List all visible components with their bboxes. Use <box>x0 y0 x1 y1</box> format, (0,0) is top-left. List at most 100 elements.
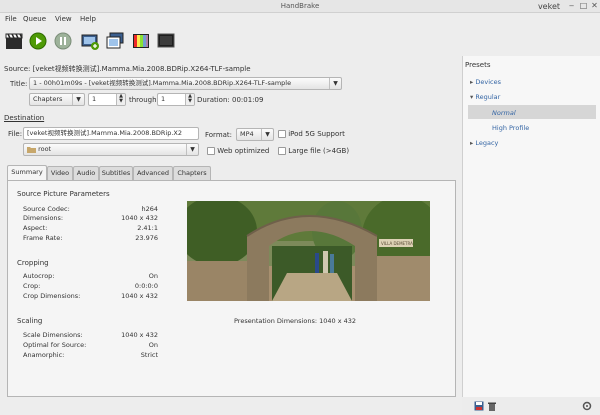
file-field[interactable]: [veket视频转换测试].Mamma.Mia.2008.BDRip.X2 <box>23 127 199 140</box>
pause-icon[interactable] <box>53 31 73 51</box>
tab-chapters[interactable]: Chapters <box>173 166 211 180</box>
param-value: 1040 x 432 <box>121 214 158 222</box>
menu-file[interactable]: File <box>5 15 17 23</box>
chevron-down-icon: ▼ <box>186 144 198 155</box>
chapter-end-value: 1 <box>161 95 166 103</box>
web-optimized-checkbox[interactable] <box>207 147 215 155</box>
queue-icon[interactable] <box>105 31 125 51</box>
chevron-down-icon: ▼ <box>329 78 341 89</box>
preset-legacy[interactable]: ▸ Legacy <box>470 139 498 147</box>
large-file-option[interactable]: Large file (>4GB) <box>278 147 349 155</box>
param-key: Aspect: <box>23 224 48 232</box>
preset-normal[interactable]: Normal <box>492 109 516 117</box>
param-row: Autocrop: On <box>23 272 158 280</box>
duration-row: Duration: 00:01:09 <box>197 96 263 104</box>
destination-label: Destination <box>4 114 45 122</box>
large-file-checkbox[interactable] <box>278 147 286 155</box>
web-optimized-label: Web optimized <box>217 147 270 155</box>
presentation-dimensions: Presentation Dimensions: 1040 x 432 <box>234 317 357 325</box>
window-user: veket <box>537 2 560 11</box>
preview-icon[interactable] <box>156 31 176 51</box>
tab-summary[interactable]: Summary <box>7 165 47 180</box>
minimize-icon[interactable]: ‒ <box>567 1 576 10</box>
expander-down-icon[interactable]: ▾ <box>470 93 473 101</box>
expander-right-icon[interactable]: ▸ <box>470 78 473 86</box>
through-label: through <box>129 96 157 104</box>
large-file-label: Large file (>4GB) <box>288 147 350 155</box>
preset-label: Legacy <box>475 139 499 147</box>
chapters-select[interactable]: Chapters ▼ <box>29 93 85 106</box>
file-field-value: [veket视频转换测试].Mamma.Mia.2008.BDRip.X2 <box>27 129 183 137</box>
tab-subtitles[interactable]: Subtitles <box>99 166 133 180</box>
source-value: [veket视频转换测试].Mamma.Mia.2008.BDRip.X264-… <box>32 65 251 73</box>
tab-advanced[interactable]: Advanced <box>133 166 173 180</box>
format-select[interactable]: MP4 ▼ <box>236 128 274 141</box>
folder-icon <box>27 146 36 153</box>
param-key: Scale Dimensions: <box>23 331 83 339</box>
param-key: Crop: <box>23 282 41 290</box>
spinner-arrows-icon[interactable]: ▲ ▼ <box>116 94 125 105</box>
param-row: Anamorphic: Strict <box>23 351 158 359</box>
param-key: Dimensions: <box>23 214 64 222</box>
param-row: Frame Rate: 23.976 <box>23 234 158 242</box>
source-label: Source: <box>4 65 31 73</box>
scaling-heading: Scaling <box>17 317 43 325</box>
format-label: Format: <box>205 131 233 139</box>
chapter-end-spinner[interactable]: 1 ▲ ▼ <box>157 93 195 106</box>
title-select[interactable]: 1 - 00h01m09s - [veket视频转换测试].Mamma.Mia.… <box>29 77 342 90</box>
param-value: 1040 x 432 <box>121 331 158 339</box>
web-optimized-option[interactable]: Web optimized <box>207 147 269 155</box>
maximize-icon[interactable]: □ <box>579 1 588 10</box>
menu-help[interactable]: Help <box>80 15 96 23</box>
menu-queue[interactable]: Queue <box>23 15 46 23</box>
param-value: On <box>148 272 158 280</box>
preview-image: VILLA DEMETRA <box>177 196 442 301</box>
clapperboard-icon[interactable] <box>4 31 24 51</box>
add-queue-icon[interactable] <box>80 31 100 51</box>
expander-right-icon[interactable]: ▸ <box>470 139 473 147</box>
param-key: Anamorphic: <box>23 351 65 359</box>
menu-view[interactable]: View <box>55 15 72 23</box>
param-row: Optimal for Source: On <box>23 341 158 349</box>
play-icon[interactable] <box>28 31 48 51</box>
preset-label: Regular <box>475 93 501 101</box>
param-row: Dimensions: 1040 x 432 <box>23 214 158 222</box>
ipod-checkbox[interactable] <box>278 130 286 138</box>
chevron-down-icon: ▼ <box>72 94 84 105</box>
param-key: Frame Rate: <box>23 234 63 242</box>
close-icon[interactable]: ✕ <box>590 1 599 10</box>
chapter-start-value: 1 <box>92 95 97 103</box>
chapters-select-value: Chapters <box>33 95 63 103</box>
toolbar <box>0 28 460 56</box>
param-row: Aspect: 2.41:1 <box>23 224 158 232</box>
save-preset-icon[interactable] <box>474 401 484 413</box>
presets-bottombar <box>462 397 600 415</box>
window-title: HandBrake <box>280 2 320 10</box>
param-row: Scale Dimensions: 1040 x 432 <box>23 331 158 339</box>
ipod-option[interactable]: iPod 5G Support <box>278 130 345 138</box>
spinner-arrows-icon[interactable]: ▲ ▼ <box>185 94 194 105</box>
tab-video[interactable]: Video <box>47 166 73 180</box>
trash-icon[interactable] <box>487 401 497 413</box>
source-row: Source: [veket视频转换测试].Mamma.Mia.2008.BDR… <box>4 64 251 74</box>
param-key: Autocrop: <box>23 272 55 280</box>
param-value: 2.41:1 <box>137 224 158 232</box>
tab-audio[interactable]: Audio <box>73 166 99 180</box>
title-label: Title: <box>10 80 28 88</box>
preset-selection-highlight <box>468 105 596 119</box>
param-value: Strict <box>140 351 158 359</box>
chapter-start-spinner[interactable]: 1 ▲ ▼ <box>88 93 126 106</box>
settings-icon[interactable] <box>582 401 592 413</box>
chevron-down-icon: ▼ <box>261 129 273 140</box>
picture-settings-icon[interactable] <box>131 31 151 51</box>
preset-high-profile[interactable]: High Profile <box>492 124 529 132</box>
param-value: 1040 x 432 <box>121 292 158 300</box>
folder-select[interactable]: root ▼ <box>23 143 199 156</box>
param-value: h264 <box>141 205 158 213</box>
param-key: Optimal for Source: <box>23 341 87 349</box>
file-label: File: <box>8 130 23 138</box>
param-value: On <box>148 341 158 349</box>
preset-devices[interactable]: ▸ Devices <box>470 78 501 86</box>
param-row: Crop: 0:0:0:0 <box>23 282 158 290</box>
preset-regular[interactable]: ▾ Regular <box>470 93 500 101</box>
